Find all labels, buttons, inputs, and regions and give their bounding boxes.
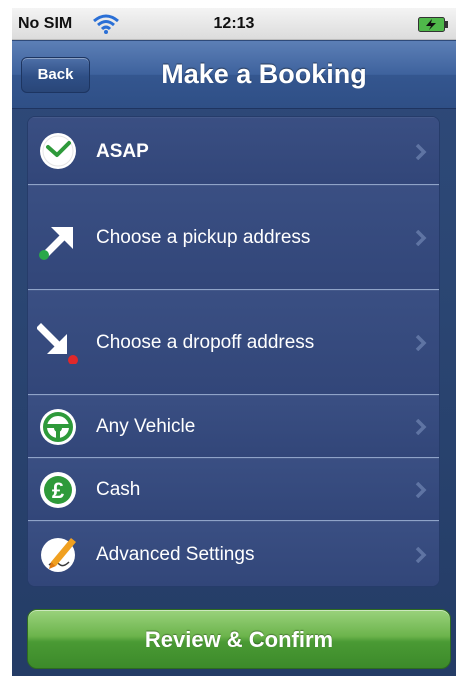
row-pickup-address[interactable]: Choose a pickup address	[28, 185, 439, 290]
steering-wheel-icon	[40, 409, 76, 445]
row-cash[interactable]: £ Cash	[28, 458, 439, 521]
chevron-right-icon	[415, 335, 427, 351]
row-dropoff-label: Choose a dropoff address	[96, 332, 315, 353]
chevron-right-icon	[415, 547, 427, 563]
chevron-right-icon	[415, 144, 427, 160]
chevron-right-icon	[415, 230, 427, 246]
row-asap[interactable]: ASAP	[28, 117, 439, 185]
chevron-right-icon	[415, 482, 427, 498]
navigation-bar: Back Make a Booking	[12, 41, 456, 109]
booking-options-list: ASAP Choose a pickup address Choose a dr…	[27, 116, 440, 587]
row-any-vehicle[interactable]: Any Vehicle	[28, 395, 439, 458]
row-asap-label: ASAP	[96, 141, 149, 162]
row-dropoff-address[interactable]: Choose a dropoff address	[28, 290, 439, 395]
row-any-vehicle-label: Any Vehicle	[96, 416, 196, 437]
pickup-arrow-icon	[39, 227, 73, 260]
status-time: 12:13	[213, 15, 255, 32]
chevron-right-icon	[415, 419, 427, 435]
row-advanced-settings-label: Advanced Settings	[96, 544, 255, 565]
phone-screen: No SIM 12:13 Back Make a Booking ASAP Ch…	[12, 8, 456, 676]
page-title: Make a Booking	[161, 59, 367, 89]
back-button[interactable]: Back	[21, 57, 90, 93]
row-pickup-label: Choose a pickup address	[96, 227, 311, 248]
row-cash-label: Cash	[96, 479, 141, 500]
status-bar: No SIM 12:13	[12, 8, 456, 40]
svg-text:£: £	[52, 478, 65, 503]
review-confirm-label: Review & Confirm	[144, 627, 334, 652]
clock-icon	[40, 133, 76, 169]
pound-coin-icon: £	[40, 472, 76, 508]
review-confirm-button[interactable]: Review & Confirm	[27, 609, 451, 669]
row-advanced-settings[interactable]: Advanced Settings	[28, 521, 439, 586]
dropoff-arrow-icon	[37, 323, 78, 364]
battery-charging-icon	[418, 17, 448, 32]
pen-paper-icon	[41, 538, 76, 572]
